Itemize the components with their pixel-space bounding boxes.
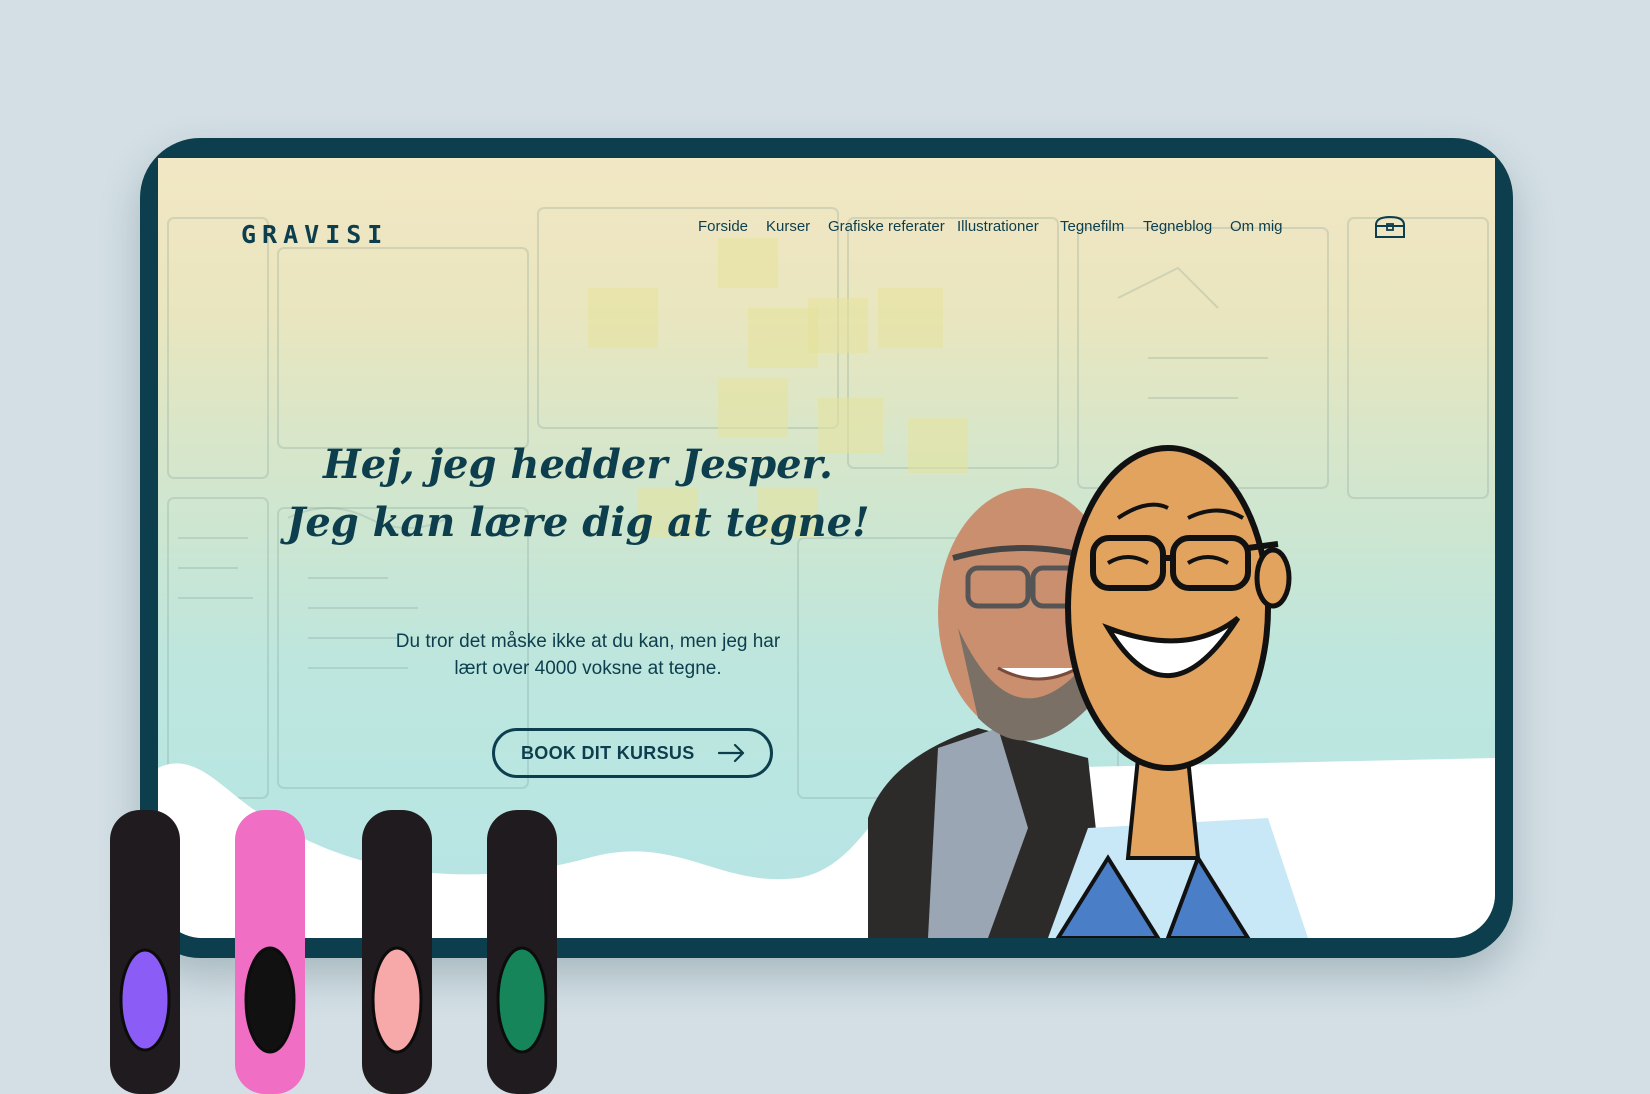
portrait-illustration xyxy=(868,445,1308,938)
hero-headline: Hej, jeg hedder Jesper. Jeg kan lære dig… xyxy=(278,436,878,552)
nav-item-illustrationer[interactable]: Illustrationer xyxy=(957,218,1039,235)
headline-line-1: Hej, jeg hedder Jesper. xyxy=(323,441,833,488)
marker-green xyxy=(487,810,557,1094)
hero-subtext: Du tror det måske ikke at du kan, men je… xyxy=(388,628,788,682)
headline-line-2: Jeg kan lære dig at tegne! xyxy=(286,499,870,546)
subtext-line-2: lært over 4000 voksne at tegne. xyxy=(454,658,722,679)
marker-purple xyxy=(110,810,180,1094)
nav-item-kurser[interactable]: Kurser xyxy=(766,218,810,235)
treasure-chest-icon[interactable] xyxy=(1373,214,1407,242)
marker-pink xyxy=(235,810,305,1094)
marker-peach xyxy=(362,810,432,1094)
subtext-line-1: Du tror det måske ikke at du kan, men je… xyxy=(395,631,781,652)
nav-item-grafiske-referater[interactable]: Grafiske referater xyxy=(828,218,945,235)
nav-item-tegnefilm[interactable]: Tegnefilm xyxy=(1060,218,1124,235)
nav-item-tegneblog[interactable]: Tegneblog xyxy=(1143,218,1212,235)
nav-item-om-mig[interactable]: Om mig xyxy=(1230,218,1283,235)
main-navigation: Forside Kurser Grafiske referater Illust… xyxy=(158,215,1495,248)
nav-item-forside[interactable]: Forside xyxy=(698,218,748,235)
marker-pens xyxy=(110,810,557,1094)
